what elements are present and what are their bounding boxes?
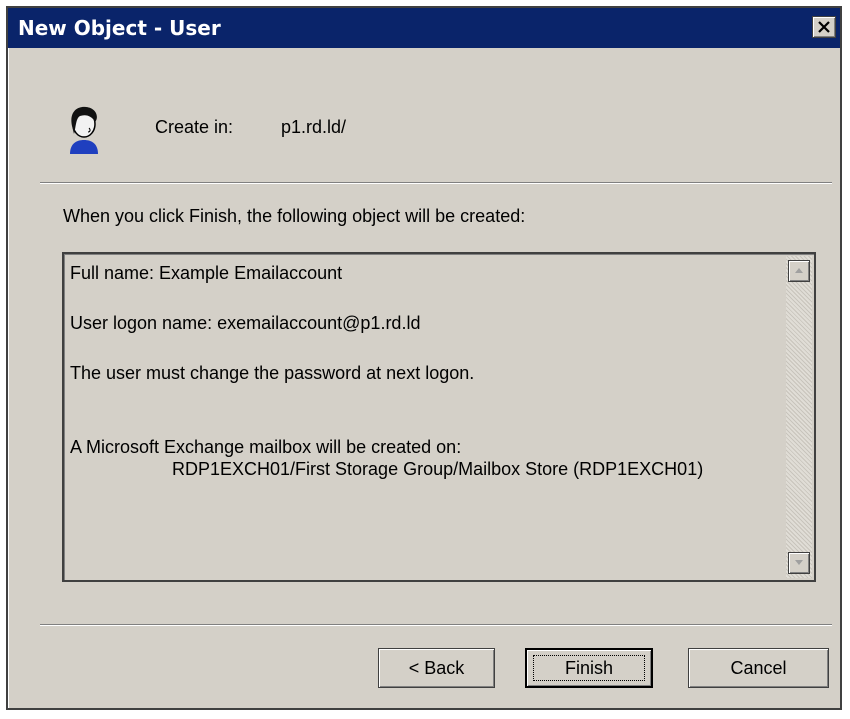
user-icon	[70, 106, 98, 154]
summary-line-mailbox-store: RDP1EXCH01/First Storage Group/Mailbox S…	[172, 459, 704, 479]
scroll-down-button[interactable]	[788, 552, 810, 574]
summary-line-mailbox: A Microsoft Exchange mailbox will be cre…	[70, 437, 462, 457]
create-in-label: Create in:	[155, 117, 234, 137]
arrow-down-icon	[795, 560, 803, 565]
new-object-user-dialog: New Object - User Create in: p1.rd.ld/ W…	[6, 6, 842, 710]
focus-rectangle	[533, 655, 645, 681]
separator-bottom	[40, 624, 832, 626]
close-button[interactable]	[812, 16, 836, 38]
title-bar[interactable]: New Object - User	[8, 8, 840, 48]
close-icon	[818, 21, 830, 33]
summary-line-password: The user must change the password at nex…	[70, 363, 475, 383]
window-title: New Object - User	[18, 16, 221, 40]
finish-button[interactable]: Finish	[525, 648, 653, 688]
summary-line-logon-name: User logon name: exemailaccount@p1.rd.ld	[70, 313, 421, 333]
cancel-button[interactable]: Cancel	[688, 648, 829, 688]
create-in-value: p1.rd.ld/	[281, 117, 347, 137]
separator-top	[40, 182, 832, 184]
scroll-up-button[interactable]	[788, 260, 810, 282]
summary-scrollbar[interactable]	[786, 256, 812, 578]
back-button[interactable]: < Back	[378, 648, 495, 688]
summary-line-full-name: Full name: Example Emailaccount	[70, 263, 343, 283]
summary-intro: When you click Finish, the following obj…	[63, 206, 526, 226]
arrow-up-icon	[795, 268, 803, 273]
summary-textbox[interactable]: Full name: Example Emailaccount User log…	[62, 252, 816, 582]
